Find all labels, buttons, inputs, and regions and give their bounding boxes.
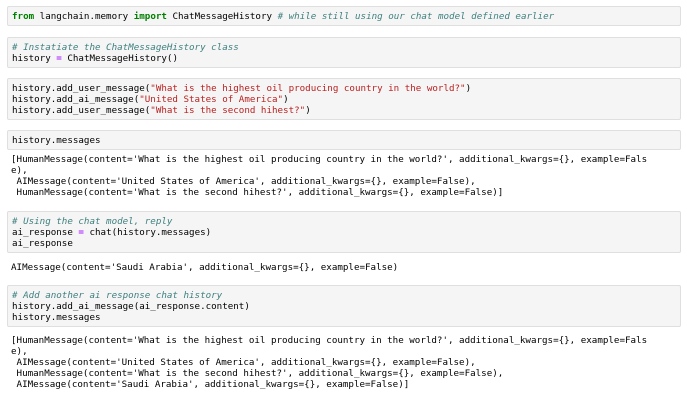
cell-output: [HumanMessage(content='What is the highe… <box>11 335 681 390</box>
code-cell-instantiate[interactable]: # Instatiate the ChatMessageHistory clas… <box>7 37 681 68</box>
code-comment: # Add another ai response chat history <box>12 290 223 301</box>
code-text: history.add_user_message( <box>12 105 151 116</box>
code-comment: # while still using our chat model defin… <box>277 11 555 22</box>
code-line: history.add_user_message("What is the se… <box>12 105 676 116</box>
code-text: ai_response <box>12 227 79 238</box>
code-text: ) <box>305 105 311 116</box>
code-line: history.messages <box>12 135 101 146</box>
code-comment: # Using the chat model, reply <box>12 216 173 227</box>
code-text: history.add_user_message( <box>12 83 151 94</box>
code-text: history.add_ai_message( <box>12 94 140 105</box>
code-text: chat(history.messages) <box>83 227 212 238</box>
code-line: history.add_ai_message(ai_response.conte… <box>12 301 250 312</box>
code-text: ) <box>465 83 472 94</box>
code-cell-add-messages[interactable]: history.add_user_message("What is the hi… <box>7 78 681 120</box>
code-text: ChatMessageHistory() <box>61 53 178 64</box>
string-literal: "What is the second hihest?" <box>150 105 306 116</box>
output-line: AIMessage(content='United States of Amer… <box>11 357 476 368</box>
code-line: history = ChatMessageHistory() <box>12 53 676 64</box>
output-line: [HumanMessage(content='What is the highe… <box>11 335 648 346</box>
keyword: from <box>12 11 35 22</box>
cell-output: [HumanMessage(content='What is the highe… <box>11 154 681 198</box>
keyword: import <box>133 11 167 22</box>
code-line: history.add_ai_message("United States of… <box>12 94 676 105</box>
cell-output: AIMessage(content='Saudi Arabia', additi… <box>11 262 681 273</box>
code-cell-chat-reply[interactable]: # Using the chat model, reply ai_respons… <box>7 211 681 253</box>
output-line: HumanMessage(content='What is the second… <box>11 368 504 379</box>
output-line: AIMessage(content='United States of Amer… <box>11 176 476 187</box>
code-cell-import[interactable]: from langchain.memory import ChatMessage… <box>7 6 681 26</box>
code-line: ai_response = chat(history.messages) <box>12 227 676 238</box>
code-cell-history-messages[interactable]: history.messages <box>7 130 681 150</box>
code-text: ChatMessageHistory <box>166 11 278 22</box>
output-line: AIMessage(content='Saudi Arabia', additi… <box>11 262 399 273</box>
string-literal: "United States of America" <box>139 94 284 105</box>
code-text: ) <box>283 94 289 105</box>
code-line: history.messages <box>12 312 101 323</box>
code-line: from langchain.memory import ChatMessage… <box>12 11 676 22</box>
output-line: [HumanMessage(content='What is the highe… <box>11 154 648 165</box>
output-line: e), <box>11 346 28 357</box>
code-text: langchain.memory <box>34 11 134 22</box>
output-line: AIMessage(content='Saudi Arabia', additi… <box>11 379 410 390</box>
code-line: history.add_user_message("What is the hi… <box>12 83 676 94</box>
code-cell-add-ai-response[interactable]: # Add another ai response chat history h… <box>7 285 681 327</box>
string-literal: "What is the highest oil producing count… <box>150 83 466 94</box>
output-line: e), <box>11 165 28 176</box>
code-text: history <box>12 53 57 64</box>
code-comment: # Instatiate the ChatMessageHistory clas… <box>12 42 239 53</box>
output-line: HumanMessage(content='What is the second… <box>11 187 504 198</box>
code-line: ai_response <box>12 238 73 249</box>
